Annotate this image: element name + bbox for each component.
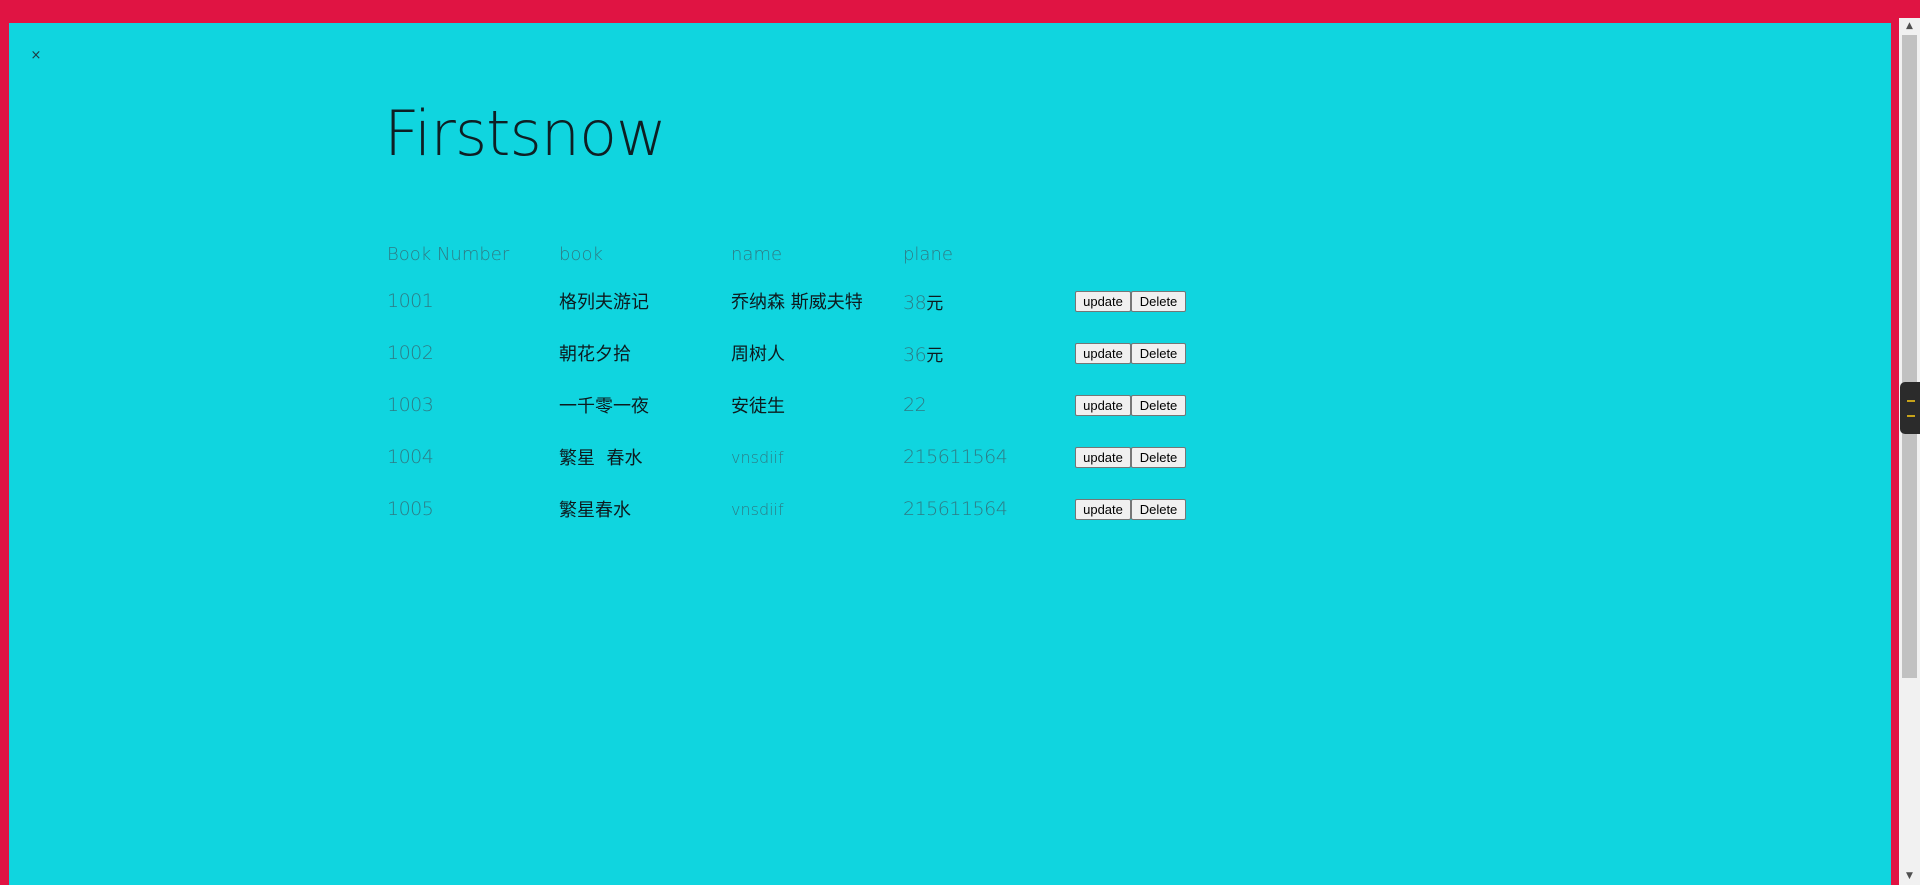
page-title: Firstsnow [384, 97, 667, 170]
book-title-cell: 一千零一夜 [559, 396, 649, 417]
update-button[interactable]: update [1075, 498, 1131, 520]
price-number: 36 [903, 343, 927, 366]
row-actions: update Delete [1075, 446, 1186, 468]
handle-tick-icon [1907, 400, 1915, 402]
price-unit: 元 [926, 293, 944, 314]
price-cell: 22 [903, 394, 1075, 416]
update-button[interactable]: update [1075, 342, 1131, 364]
book-title-cell: 繁星 春水 [559, 448, 643, 469]
table-header-row: Book Number book name plane [387, 233, 1186, 275]
book-number-cell: 1004 [387, 446, 434, 468]
price-cell: 215611564 [903, 498, 1075, 520]
scroll-down-arrow-icon[interactable]: ▼ [1899, 868, 1920, 885]
delete-button[interactable]: Delete [1131, 290, 1186, 312]
book-title-cell: 朝花夕拾 [559, 344, 631, 365]
author-name-cell: 周树人 [731, 344, 785, 365]
delete-button[interactable]: Delete [1131, 394, 1186, 416]
header-book: book [559, 243, 603, 265]
table-row: 1003 一千零一夜 安徒生 22 update Delete [387, 379, 1186, 431]
author-name-cell: vnsdiif [731, 447, 784, 467]
book-table: Book Number book name plane 1001 格列夫游记 乔… [387, 233, 1186, 535]
delete-button[interactable]: Delete [1131, 446, 1186, 468]
book-number-cell: 1002 [387, 342, 434, 364]
header-plane: plane [903, 243, 953, 265]
price-cell: 36元 [903, 341, 1075, 366]
update-button[interactable]: update [1075, 446, 1131, 468]
table-row: 1004 繁星 春水 vnsdiif 215611564 update Dele… [387, 431, 1186, 483]
book-number-cell: 1001 [387, 290, 434, 312]
vertical-scrollbar[interactable]: ▲ ▼ [1899, 18, 1920, 885]
update-button[interactable]: update [1075, 394, 1131, 416]
row-actions: update Delete [1075, 342, 1186, 364]
delete-button[interactable]: Delete [1131, 498, 1186, 520]
book-title-cell: 格列夫游记 [559, 292, 649, 313]
table-row: 1001 格列夫游记 乔纳森 斯威夫特 38元 update Delete [387, 275, 1186, 327]
row-actions: update Delete [1075, 290, 1186, 312]
side-panel-handle[interactable] [1900, 382, 1920, 434]
delete-button[interactable]: Delete [1131, 342, 1186, 364]
header-name: name [731, 243, 783, 265]
price-number: 38 [903, 291, 927, 314]
price-cell: 215611564 [903, 446, 1075, 468]
main-panel: × Firstsnow Book Number book name plane … [9, 23, 1891, 885]
price-number: 22 [903, 394, 927, 416]
close-icon[interactable]: × [29, 49, 43, 63]
row-actions: update Delete [1075, 498, 1186, 520]
scroll-thumb[interactable] [1902, 35, 1917, 678]
book-number-cell: 1003 [387, 394, 434, 416]
handle-tick-icon [1907, 415, 1915, 417]
price-cell: 38元 [903, 289, 1075, 314]
author-name-cell: vnsdiif [731, 499, 784, 519]
book-title-cell: 繁星春水 [559, 500, 631, 521]
book-number-cell: 1005 [387, 498, 434, 520]
header-book-number: Book Number [387, 243, 510, 265]
price-unit: 元 [926, 345, 944, 366]
scroll-up-arrow-icon[interactable]: ▲ [1899, 18, 1920, 35]
table-row: 1002 朝花夕拾 周树人 36元 update Delete [387, 327, 1186, 379]
row-actions: update Delete [1075, 394, 1186, 416]
price-number: 215611564 [903, 498, 1008, 520]
table-row: 1005 繁星春水 vnsdiif 215611564 update Delet… [387, 483, 1186, 535]
author-name-cell: 安徒生 [731, 396, 785, 417]
update-button[interactable]: update [1075, 290, 1131, 312]
price-number: 215611564 [903, 446, 1008, 468]
author-name-cell: 乔纳森 斯威夫特 [731, 292, 863, 313]
